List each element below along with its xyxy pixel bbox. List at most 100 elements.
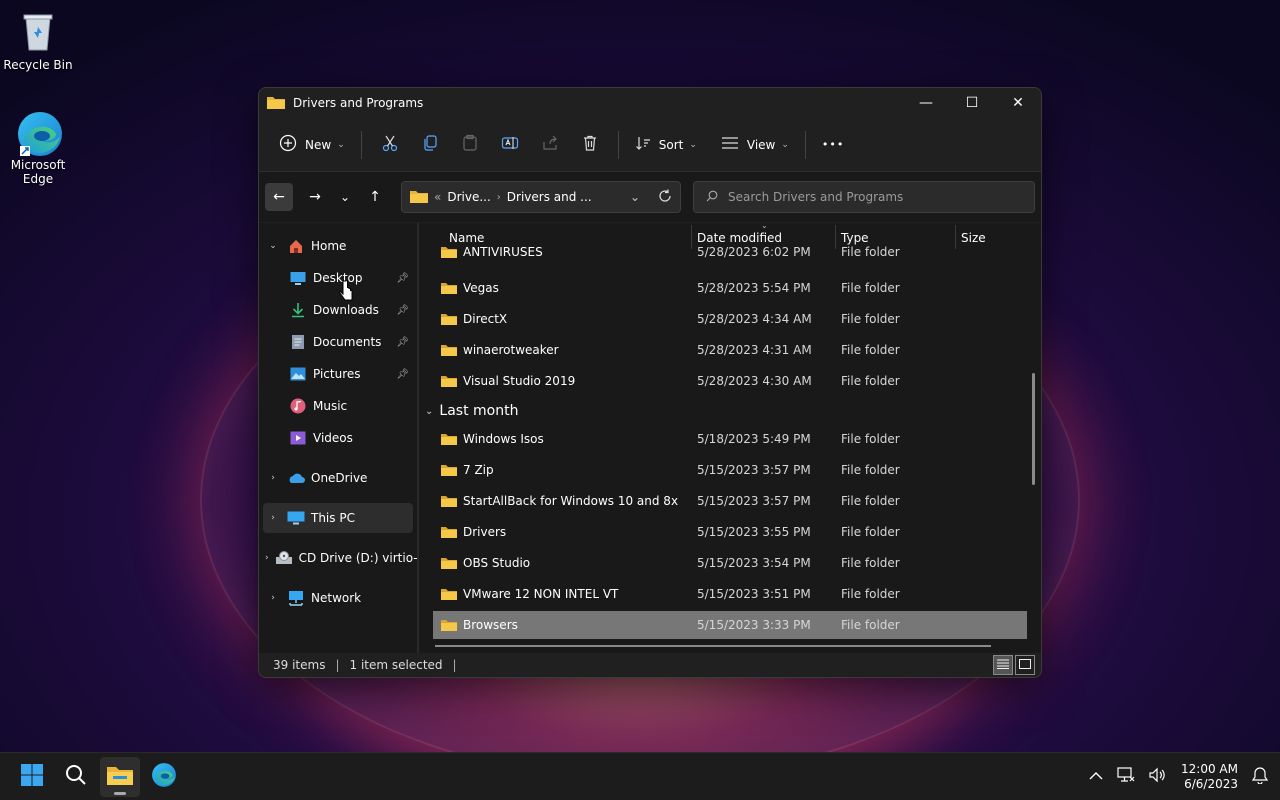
vertical-scrollbar[interactable]: [1032, 373, 1035, 485]
sidebar-item-this-pc[interactable]: › This PC: [263, 503, 413, 533]
toolbar-divider: [360, 130, 362, 159]
network-status-icon[interactable]: [1117, 767, 1135, 786]
mouse-cursor-icon: [338, 279, 354, 307]
file-name-text: StartAllBack for Windows 10 and 8x: [463, 494, 679, 508]
videos-icon: [289, 430, 307, 446]
search-input[interactable]: [728, 190, 1018, 204]
file-type: File folder: [841, 343, 900, 357]
recent-locations-button[interactable]: ⌄: [331, 183, 359, 211]
file-name: Drivers: [441, 525, 506, 539]
back-button[interactable]: ←: [265, 183, 293, 211]
sidebar-item-home[interactable]: ⌄ Home: [259, 231, 417, 261]
file-name: DirectX: [441, 312, 507, 326]
chevron-right-icon[interactable]: ›: [265, 513, 281, 523]
chevron-down-icon[interactable]: ⌄: [265, 241, 281, 251]
address-dropdown-button[interactable]: ⌄: [630, 190, 640, 204]
paste-button[interactable]: [450, 128, 490, 162]
title-bar[interactable]: Drivers and Programs — ☐ ✕: [259, 88, 1041, 118]
sidebar-item-music[interactable]: Music: [259, 391, 417, 421]
horizontal-scrollbar[interactable]: [435, 645, 991, 647]
file-row[interactable]: Browsers 5/15/2023 3:33 PM File folder: [433, 611, 1027, 639]
file-explorer-window: Drivers and Programs — ☐ ✕ New ⌄ Sort ⌄ …: [258, 87, 1042, 678]
sidebar-item-onedrive[interactable]: › OneDrive: [259, 463, 417, 493]
file-row[interactable]: Visual Studio 2019 5/28/2023 4:30 AM File …: [433, 367, 1027, 395]
taskbar-file-explorer[interactable]: [100, 756, 140, 797]
item-count: 39 items: [273, 658, 326, 672]
maximize-button[interactable]: ☐: [949, 88, 995, 118]
share-icon: [541, 134, 559, 155]
breadcrumb-item[interactable]: Drive...: [447, 190, 490, 204]
file-row[interactable]: winaerotweaker 5/28/2023 4:31 AM File fold…: [433, 336, 1027, 364]
close-button[interactable]: ✕: [995, 88, 1041, 118]
sidebar-item-videos[interactable]: Videos: [259, 423, 417, 453]
sidebar-item-label: Documents: [313, 335, 382, 349]
delete-button[interactable]: [570, 128, 610, 162]
view-button[interactable]: View ⌄: [713, 128, 797, 162]
clock[interactable]: 12:00 AM 6/6/2023: [1181, 762, 1238, 792]
toolbar-divider: [617, 130, 619, 159]
file-row[interactable]: Vegas 5/28/2023 5:54 PM File folder: [433, 274, 1027, 302]
share-button[interactable]: [530, 128, 570, 162]
rename-button[interactable]: [490, 128, 530, 162]
large-icons-view-icon: [1019, 658, 1031, 672]
forward-button[interactable]: →: [301, 183, 329, 211]
taskbar-search-button[interactable]: [56, 757, 96, 797]
edge-icon: [151, 762, 177, 791]
file-row[interactable]: Drivers 5/15/2023 3:55 PM File folder: [433, 518, 1027, 546]
home-icon: [287, 238, 305, 254]
chevron-right-icon[interactable]: ›: [265, 593, 281, 603]
file-name-text: Windows Isos: [463, 432, 544, 446]
file-type: File folder: [841, 245, 900, 259]
details-view-button[interactable]: [993, 655, 1013, 675]
group-header-last-month[interactable]: ⌄ Last month: [425, 399, 518, 423]
sidebar-item-network[interactable]: › Network: [259, 583, 417, 613]
chevron-right-icon[interactable]: ›: [265, 473, 281, 483]
large-icons-view-button[interactable]: [1015, 655, 1035, 675]
file-row[interactable]: StartAllBack for Windows 10 and 8x 5/15/2…: [433, 487, 1027, 515]
file-name-text: DirectX: [463, 312, 508, 326]
sidebar-item-documents[interactable]: Documents 📌︎: [259, 327, 417, 357]
file-row[interactable]: VMware 12 NON INTEL VT 5/15/2023 3:51 PM F…: [433, 580, 1027, 608]
refresh-button[interactable]: [658, 189, 672, 206]
show-hidden-icons-button[interactable]: [1089, 770, 1103, 784]
taskbar-edge[interactable]: [144, 757, 184, 797]
rename-icon: [501, 134, 519, 155]
overflow-crumb[interactable]: «: [434, 190, 441, 204]
file-row[interactable]: Windows Isos 5/18/2023 5:49 PM File folder: [433, 425, 1027, 453]
sort-indicator-icon: ⌄: [761, 223, 768, 230]
desktop-icon-edge[interactable]: Microsoft Edge: [0, 110, 76, 186]
address-bar[interactable]: « Drive... › Drivers and ... ⌄: [401, 181, 681, 213]
folder-icon: [441, 344, 457, 356]
up-button[interactable]: ↑: [361, 183, 389, 211]
search-box[interactable]: [693, 181, 1035, 213]
notification-icon[interactable]: [1251, 766, 1269, 787]
folder-icon: [441, 433, 457, 445]
folder-icon: [441, 313, 457, 325]
status-separator: |: [335, 658, 340, 672]
file-name: Vegas: [441, 281, 499, 295]
minimize-button[interactable]: —: [903, 88, 949, 118]
file-row[interactable]: DirectX 5/28/2023 4:34 AM File folder: [433, 305, 1027, 333]
desktop-icon: [289, 270, 307, 286]
new-button[interactable]: New ⌄: [271, 128, 353, 162]
music-icon: [289, 398, 307, 414]
more-icon: •••: [821, 138, 845, 151]
sidebar-item-pictures[interactable]: Pictures 📌︎: [259, 359, 417, 389]
chevron-right-icon[interactable]: ›: [265, 553, 269, 563]
copy-button[interactable]: [410, 128, 450, 162]
start-button[interactable]: [12, 757, 52, 797]
chevron-down-icon: ⌄: [425, 405, 434, 417]
file-row[interactable]: 7 Zip 5/15/2023 3:57 PM File folder: [433, 456, 1027, 484]
desktop-icon-recycle-bin[interactable]: Recycle Bin: [0, 10, 76, 72]
details-view-icon: [997, 658, 1009, 672]
sidebar-item-cd-drive[interactable]: › CD Drive (D:) virtio-w: [259, 543, 417, 573]
see-more-button[interactable]: •••: [814, 128, 852, 162]
file-row[interactable]: ANTIVIRUSES 5/28/2023 6:02 PM File folder: [433, 245, 1027, 259]
breadcrumb-item[interactable]: Drivers and ...: [507, 190, 592, 204]
file-row[interactable]: OBS Studio 5/15/2023 3:54 PM File folder: [433, 549, 1027, 577]
folder-icon: [441, 464, 457, 476]
sort-button[interactable]: Sort ⌄: [627, 128, 705, 162]
sidebar-item-label: Home: [311, 239, 347, 253]
cut-button[interactable]: [370, 128, 410, 162]
volume-icon[interactable]: [1149, 767, 1167, 786]
